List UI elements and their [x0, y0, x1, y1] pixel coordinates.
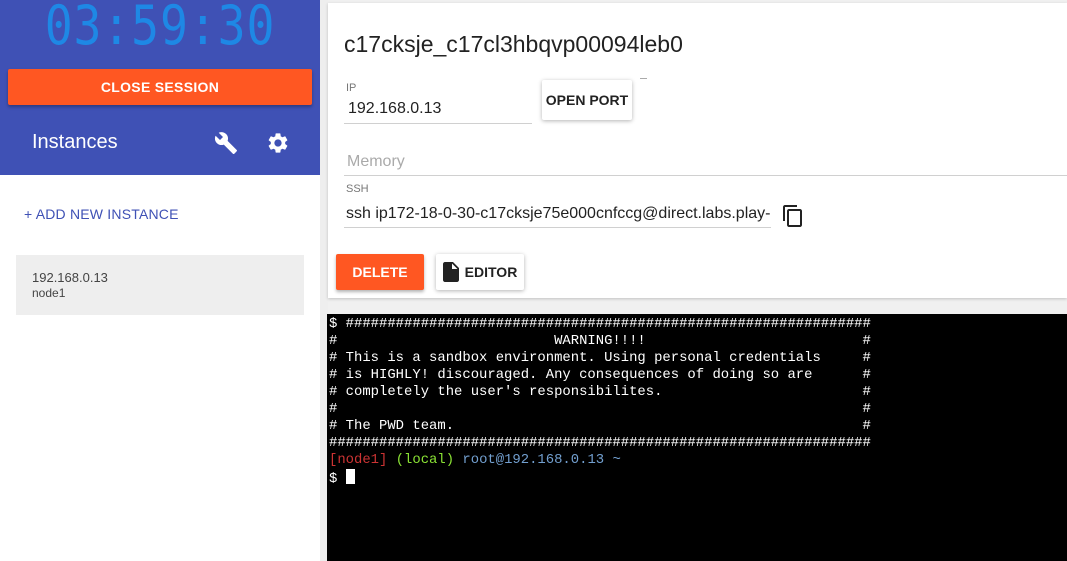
ssh-field-underline — [344, 227, 771, 228]
close-session-button[interactable]: CLOSE SESSION — [8, 69, 312, 105]
terminal-line: # is HIGHLY! discouraged. Any consequenc… — [329, 367, 871, 383]
instance-name: node1 — [32, 286, 66, 300]
terminal-input-line[interactable]: $ — [329, 469, 1067, 487]
copy-icon[interactable] — [781, 204, 805, 228]
session-timer: 03:59:30 — [44, 0, 276, 57]
instance-ip: 192.168.0.13 — [32, 270, 108, 285]
open-port-button[interactable]: OPEN PORT — [542, 80, 632, 120]
prompt-host: root@192.168.0.13 ~ — [462, 452, 621, 468]
prompt-symbol: $ — [329, 471, 338, 487]
terminal-line: # completely the user's responsibilites.… — [329, 384, 871, 400]
sidebar-header: 03:59:30 CLOSE SESSION Instances — [0, 0, 320, 175]
ip-label: IP — [346, 82, 357, 94]
editor-button[interactable]: EDITOR — [436, 254, 524, 290]
file-icon — [442, 262, 459, 282]
terminal[interactable]: $ ######################################… — [327, 314, 1067, 561]
wrench-icon[interactable] — [214, 131, 238, 155]
delete-button[interactable]: DELETE — [336, 254, 424, 290]
ip-field-underline — [344, 123, 532, 124]
sidebar: 03:59:30 CLOSE SESSION Instances + ADD N… — [0, 0, 320, 561]
terminal-cursor — [345, 469, 355, 484]
terminal-prompt-line: [node1] (local) root@192.168.0.13 ~ — [329, 452, 1067, 469]
ssh-field[interactable]: ssh ip172-18-0-30-c17cksje75e000cnfccg@d… — [346, 205, 770, 223]
memory-field-underline — [344, 175, 1067, 176]
ssh-label: SSH — [346, 183, 369, 195]
add-new-instance-button[interactable]: + ADD NEW INSTANCE — [24, 206, 179, 222]
terminal-line: $ ######################################… — [329, 316, 871, 332]
terminal-line: ########################################… — [329, 435, 871, 451]
memory-field: Memory — [347, 153, 405, 170]
instance-list-item[interactable]: 192.168.0.13 node1 — [16, 255, 304, 315]
ip-field[interactable]: 192.168.0.13 — [348, 100, 441, 118]
prompt-node: [node1] — [329, 452, 388, 468]
terminal-line: # This is a sandbox environment. Using p… — [329, 350, 871, 366]
port-separator — [640, 78, 647, 79]
gear-icon[interactable] — [266, 131, 290, 155]
instance-details-card: c17cksje_c17cl3hbqvp00094leb0 IP 192.168… — [328, 3, 1067, 298]
terminal-line: # WARNING!!!! # — [329, 333, 871, 349]
terminal-line: # # — [329, 401, 871, 417]
instances-title: Instances — [32, 131, 118, 153]
terminal-line: # The PWD team. # — [329, 418, 871, 434]
editor-button-label: EDITOR — [464, 264, 518, 280]
instance-hostname: c17cksje_c17cl3hbqvp00094leb0 — [344, 31, 683, 57]
prompt-env: (local) — [395, 452, 455, 468]
